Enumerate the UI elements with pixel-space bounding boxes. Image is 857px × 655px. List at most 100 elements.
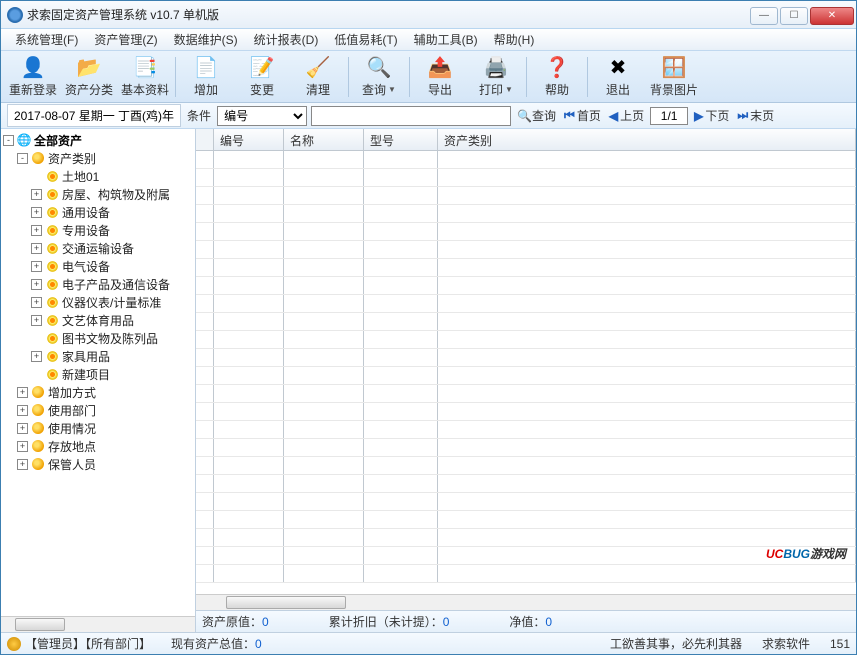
condition-field-select[interactable]: 编号 xyxy=(217,106,307,126)
add-button[interactable]: 📄增加 xyxy=(178,53,234,101)
col-name[interactable]: 名称 xyxy=(284,129,364,150)
menu-6[interactable]: 帮助(H) xyxy=(486,29,543,50)
next-page-button[interactable]: ▶下页 xyxy=(692,107,731,124)
table-row[interactable] xyxy=(196,547,856,565)
grid-body[interactable]: UCBUG游戏网 xyxy=(196,151,856,594)
tree-node[interactable]: 图书文物及陈列品 xyxy=(3,329,193,347)
expand-icon[interactable]: + xyxy=(31,297,42,308)
clean-button[interactable]: 🧹清理 xyxy=(290,53,346,101)
menu-2[interactable]: 数据维护(S) xyxy=(166,29,246,50)
tree-node[interactable]: +存放地点 xyxy=(3,437,193,455)
export-button[interactable]: 📤导出 xyxy=(412,53,468,101)
tree-node[interactable]: +电子产品及通信设备 xyxy=(3,275,193,293)
collapse-icon[interactable]: - xyxy=(3,135,14,146)
first-page-button[interactable]: ⏮首页 xyxy=(562,107,603,124)
table-row[interactable] xyxy=(196,529,856,547)
table-row[interactable] xyxy=(196,511,856,529)
tree-node[interactable]: +通用设备 xyxy=(3,203,193,221)
tree-node[interactable]: +家具用品 xyxy=(3,347,193,365)
tree-node[interactable]: +专用设备 xyxy=(3,221,193,239)
table-row[interactable] xyxy=(196,421,856,439)
table-row[interactable] xyxy=(196,493,856,511)
tree-node[interactable]: 土地01 xyxy=(3,167,193,185)
folder-icon xyxy=(31,385,45,399)
col-number[interactable]: 编号 xyxy=(214,129,284,150)
print-button[interactable]: 🖨️打印▼ xyxy=(468,53,524,101)
tree-hscrollbar[interactable] xyxy=(1,616,195,632)
table-row[interactable] xyxy=(196,565,856,583)
table-row[interactable] xyxy=(196,475,856,493)
table-row[interactable] xyxy=(196,151,856,169)
relogin-button[interactable]: 👤重新登录 xyxy=(5,53,61,101)
search-button[interactable]: 🔍查询 xyxy=(515,107,558,124)
minimize-button[interactable]: — xyxy=(750,7,778,25)
last-page-button[interactable]: ⏭末页 xyxy=(735,107,776,124)
basic-button[interactable]: 📑基本资料 xyxy=(117,53,173,101)
expand-icon[interactable]: + xyxy=(17,405,28,416)
tree-node[interactable]: +电气设备 xyxy=(3,257,193,275)
tree-node[interactable]: +交通运输设备 xyxy=(3,239,193,257)
help-button[interactable]: ❓帮助 xyxy=(529,53,585,101)
menu-0[interactable]: 系统管理(F) xyxy=(7,29,86,50)
table-row[interactable] xyxy=(196,313,856,331)
table-row[interactable] xyxy=(196,205,856,223)
page-number-input[interactable] xyxy=(650,107,688,125)
expand-icon[interactable]: + xyxy=(17,423,28,434)
expand-icon[interactable]: + xyxy=(17,459,28,470)
item-icon xyxy=(45,331,59,345)
table-row[interactable] xyxy=(196,439,856,457)
prev-page-button[interactable]: ◀上页 xyxy=(607,107,646,124)
table-row[interactable] xyxy=(196,403,856,421)
collapse-icon[interactable]: - xyxy=(17,153,28,164)
expand-icon[interactable]: + xyxy=(17,387,28,398)
table-row[interactable] xyxy=(196,277,856,295)
table-row[interactable] xyxy=(196,331,856,349)
tree-node[interactable]: +使用情况 xyxy=(3,419,193,437)
menu-3[interactable]: 统计报表(D) xyxy=(246,29,327,50)
classify-button[interactable]: 📂资产分类 xyxy=(61,53,117,101)
grid-hscrollbar[interactable] xyxy=(196,594,856,610)
table-row[interactable] xyxy=(196,169,856,187)
table-row[interactable] xyxy=(196,385,856,403)
col-category[interactable]: 资产类别 xyxy=(438,129,856,150)
tree-node[interactable]: +仪器仪表/计量标准 xyxy=(3,293,193,311)
tree-node[interactable]: -🌐全部资产 xyxy=(3,131,193,149)
exit-button[interactable]: ✖退出 xyxy=(590,53,646,101)
maximize-button[interactable]: ☐ xyxy=(780,7,808,25)
col-model[interactable]: 型号 xyxy=(364,129,438,150)
tree-node[interactable]: +文艺体育用品 xyxy=(3,311,193,329)
table-row[interactable] xyxy=(196,457,856,475)
table-row[interactable] xyxy=(196,241,856,259)
menu-4[interactable]: 低值易耗(T) xyxy=(326,29,405,50)
menu-1[interactable]: 资产管理(Z) xyxy=(86,29,165,50)
tree-node[interactable]: +使用部门 xyxy=(3,401,193,419)
tree-node[interactable]: +增加方式 xyxy=(3,383,193,401)
expand-icon[interactable]: + xyxy=(31,279,42,290)
expand-icon[interactable]: + xyxy=(31,351,42,362)
tree-node[interactable]: -资产类别 xyxy=(3,149,193,167)
table-row[interactable] xyxy=(196,295,856,313)
expand-icon[interactable]: + xyxy=(31,207,42,218)
close-button[interactable]: ✕ xyxy=(810,7,854,25)
table-row[interactable] xyxy=(196,367,856,385)
tree-node[interactable]: +房屋、构筑物及附属 xyxy=(3,185,193,203)
expand-icon[interactable]: + xyxy=(17,441,28,452)
change-button[interactable]: 📝变更 xyxy=(234,53,290,101)
menu-5[interactable]: 辅助工具(B) xyxy=(406,29,486,50)
condition-value-input[interactable] xyxy=(311,106,511,126)
expand-icon[interactable]: + xyxy=(31,315,42,326)
expand-icon[interactable]: + xyxy=(31,225,42,236)
export-icon: 📤 xyxy=(428,55,452,79)
table-row[interactable] xyxy=(196,187,856,205)
bgimg-button[interactable]: 🪟背景图片 xyxy=(646,53,702,101)
tree-node[interactable]: 新建项目 xyxy=(3,365,193,383)
expand-icon[interactable]: + xyxy=(31,243,42,254)
table-row[interactable] xyxy=(196,259,856,277)
expand-icon[interactable]: + xyxy=(31,189,42,200)
asset-tree[interactable]: -🌐全部资产-资产类别土地01+房屋、构筑物及附属+通用设备+专用设备+交通运输… xyxy=(1,129,195,616)
tree-node[interactable]: +保管人员 xyxy=(3,455,193,473)
table-row[interactable] xyxy=(196,349,856,367)
table-row[interactable] xyxy=(196,223,856,241)
query-button[interactable]: 🔍查询▼ xyxy=(351,53,407,101)
expand-icon[interactable]: + xyxy=(31,261,42,272)
